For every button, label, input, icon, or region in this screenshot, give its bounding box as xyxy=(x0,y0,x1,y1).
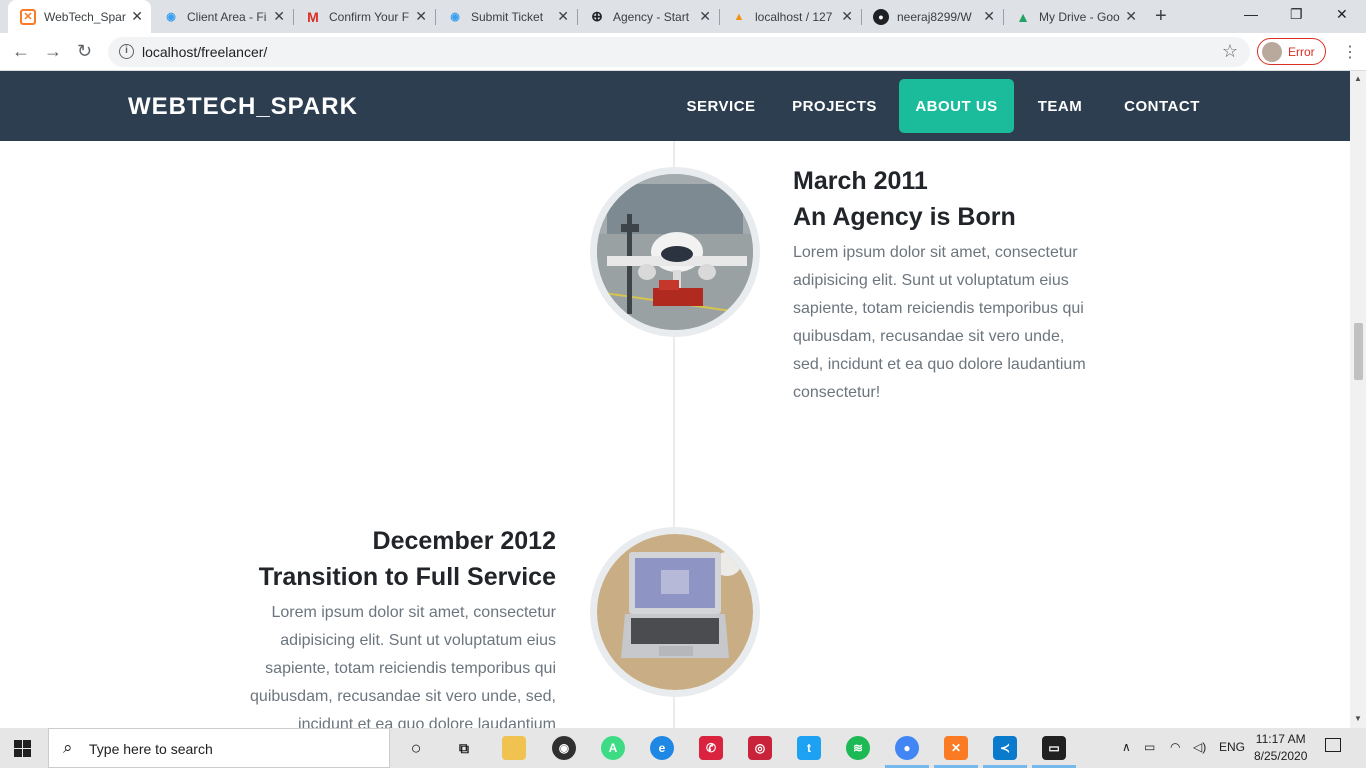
android-studio-icon[interactable]: A xyxy=(601,736,625,760)
timeline-date: March 2011 xyxy=(793,167,928,195)
forward-arrow-icon[interactable]: → xyxy=(44,41,62,61)
close-tab-icon[interactable]: ✕ xyxy=(1125,9,1137,23)
tab-google-drive[interactable]: ▲ My Drive - Goo ✕ xyxy=(1003,0,1145,33)
minimize-icon[interactable]: — xyxy=(1244,6,1258,22)
profile-error-label: Error xyxy=(1288,44,1315,59)
chrome-icon[interactable]: ● xyxy=(895,736,919,760)
ticket-icon: ◉ xyxy=(450,11,460,23)
timeline-image-airplane xyxy=(590,167,760,337)
xampp-icon[interactable]: ✕ xyxy=(944,736,968,760)
nav-link-contact[interactable]: CONTACT xyxy=(1108,79,1216,133)
spotify-icon[interactable]: ≋ xyxy=(846,736,870,760)
tab-title: Client Area - Fi xyxy=(187,9,267,24)
cortana-icon[interactable]: ○ xyxy=(404,736,428,760)
twitter-icon[interactable]: t xyxy=(797,736,821,760)
timeline-body: Lorem ipsum dolor sit amet, consectetur … xyxy=(250,604,556,728)
notification-center-icon[interactable] xyxy=(1325,738,1341,752)
close-tab-icon[interactable]: ✕ xyxy=(415,9,427,23)
scrollbar-thumb[interactable] xyxy=(1354,323,1363,380)
taskbar-search-box[interactable]: ⌕ Type here to search xyxy=(48,728,390,768)
search-placeholder: Type here to search xyxy=(89,741,213,757)
wifi-icon[interactable]: ◠ xyxy=(1170,740,1180,754)
address-bar[interactable]: i localhost/freelancer/ ☆ xyxy=(108,37,1250,67)
search-icon: ⌕ xyxy=(63,738,73,757)
page-viewport: March 2011 An Agency is Born Lorem ipsum… xyxy=(0,71,1350,728)
command-prompt-icon[interactable]: ▭ xyxy=(1042,736,1066,760)
close-tab-icon[interactable]: ✕ xyxy=(273,9,285,23)
system-clock[interactable]: 11:17 AM 8/25/2020 xyxy=(1254,731,1307,765)
more-menu-icon[interactable]: ⋮ xyxy=(1342,42,1358,62)
new-tab-icon[interactable]: + xyxy=(1155,6,1167,26)
close-tab-icon[interactable]: ✕ xyxy=(699,9,711,23)
timeline-image-laptop xyxy=(590,527,760,697)
tab-webtech-spark[interactable]: ✕ WebTech_Spark ✕ xyxy=(8,0,151,33)
timeline-item-2011: March 2011 An Agency is Born Lorem ipsum… xyxy=(793,163,1093,407)
bookmark-star-icon[interactable]: ☆ xyxy=(1222,41,1238,62)
reload-icon[interactable]: ↻ xyxy=(77,41,92,61)
url-text[interactable]: localhost/freelancer/ xyxy=(142,44,267,60)
tab-localhost-phpmyadmin[interactable]: ▲ localhost / 127 ✕ xyxy=(719,0,861,33)
volume-icon[interactable]: ◁) xyxy=(1193,740,1206,754)
nav-link-about-us[interactable]: ABOUT US xyxy=(899,79,1014,133)
browser-tab-bar: ✕ WebTech_Spark ✕ ◉ Client Area - Fi ✕ M… xyxy=(0,0,1366,33)
instagram-icon[interactable]: ◎ xyxy=(748,736,772,760)
tab-confirm[interactable]: M Confirm Your F ✕ xyxy=(293,0,435,33)
tab-client-area[interactable]: ◉ Client Area - Fi ✕ xyxy=(151,0,293,33)
clock-time: 11:17 AM xyxy=(1255,732,1306,746)
client-area-icon: ◉ xyxy=(166,11,176,23)
close-tab-icon[interactable]: ✕ xyxy=(841,9,853,23)
gmail-icon: M xyxy=(307,8,319,25)
google-drive-icon: ▲ xyxy=(1016,8,1030,25)
clock-date: 8/25/2020 xyxy=(1254,749,1308,763)
language-indicator[interactable]: ENG xyxy=(1219,740,1245,754)
xampp-icon: ✕ xyxy=(20,8,36,25)
timeline-title: An Agency is Born xyxy=(793,203,1016,231)
site-info-icon[interactable]: i xyxy=(119,44,134,59)
battery-icon[interactable]: ▭ xyxy=(1144,740,1155,754)
media-player-icon[interactable]: ◉ xyxy=(552,736,576,760)
tab-submit-ticket[interactable]: ◉ Submit Ticket ✕ xyxy=(435,0,577,33)
profile-button[interactable]: Error xyxy=(1257,38,1326,65)
nav-link-projects[interactable]: PROJECTS xyxy=(780,79,889,133)
nav-link-service[interactable]: SERVICE xyxy=(674,79,768,133)
tab-agency-start[interactable]: ⊕ Agency - Start ✕ xyxy=(577,0,719,33)
page-scrollbar[interactable]: ▲ ▼ xyxy=(1350,71,1366,728)
file-explorer-icon[interactable] xyxy=(502,736,526,760)
back-arrow-icon[interactable]: ← xyxy=(12,41,30,61)
scroll-up-arrow-icon[interactable]: ▲ xyxy=(1354,74,1362,83)
site-navbar: WEBTECH_SPARK SERVICE PROJECTS ABOUT US … xyxy=(0,71,1350,141)
close-tab-icon[interactable]: ✕ xyxy=(131,9,143,23)
tab-title: My Drive - Goo xyxy=(1039,9,1120,24)
tab-title: WebTech_Spark xyxy=(44,9,126,24)
nav-link-team[interactable]: TEAM xyxy=(1024,79,1096,133)
tab-title: localhost / 127 xyxy=(755,9,833,24)
tab-title: neeraj8299/W xyxy=(897,9,972,24)
github-icon: ● xyxy=(873,8,889,25)
site-brand-logo[interactable]: WEBTECH_SPARK xyxy=(128,93,358,121)
browser-toolbar: ← → ↻ i localhost/freelancer/ ☆ Error ⋮ xyxy=(0,33,1366,71)
timeline-title: Transition to Full Service xyxy=(258,563,556,591)
tab-title: Confirm Your F xyxy=(329,9,410,24)
close-tab-icon[interactable]: ✕ xyxy=(983,9,995,23)
vscode-icon[interactable]: ≺ xyxy=(993,736,1017,760)
whatsapp-icon[interactable]: ✆ xyxy=(699,736,723,760)
windows-taskbar: ⌕ Type here to search ○ ⧉ ◉ A e ✆ ◎ t ≋ … xyxy=(0,728,1366,768)
edge-icon[interactable]: e xyxy=(650,736,674,760)
show-hidden-icons-chevron-icon[interactable]: ∧ xyxy=(1122,740,1131,754)
globe-icon: ⊕ xyxy=(591,8,603,24)
tab-github[interactable]: ● neeraj8299/W ✕ xyxy=(861,0,1003,33)
tab-title: Agency - Start xyxy=(613,9,690,24)
tab-title: Submit Ticket xyxy=(471,9,544,24)
avatar xyxy=(1262,41,1282,62)
timeline-item-2012: December 2012 Transition to Full Service… xyxy=(246,523,556,728)
timeline-body: Lorem ipsum dolor sit amet, consectetur … xyxy=(793,244,1086,401)
scroll-down-arrow-icon[interactable]: ▼ xyxy=(1354,714,1362,723)
windows-start-icon[interactable] xyxy=(14,740,31,757)
restore-icon[interactable]: ❐ xyxy=(1290,6,1303,23)
close-tab-icon[interactable]: ✕ xyxy=(557,9,569,23)
timeline-date: December 2012 xyxy=(372,527,556,555)
close-window-icon[interactable]: ✕ xyxy=(1336,6,1348,23)
phpmyadmin-icon: ▲ xyxy=(733,10,745,23)
task-view-icon[interactable]: ⧉ xyxy=(452,736,476,760)
